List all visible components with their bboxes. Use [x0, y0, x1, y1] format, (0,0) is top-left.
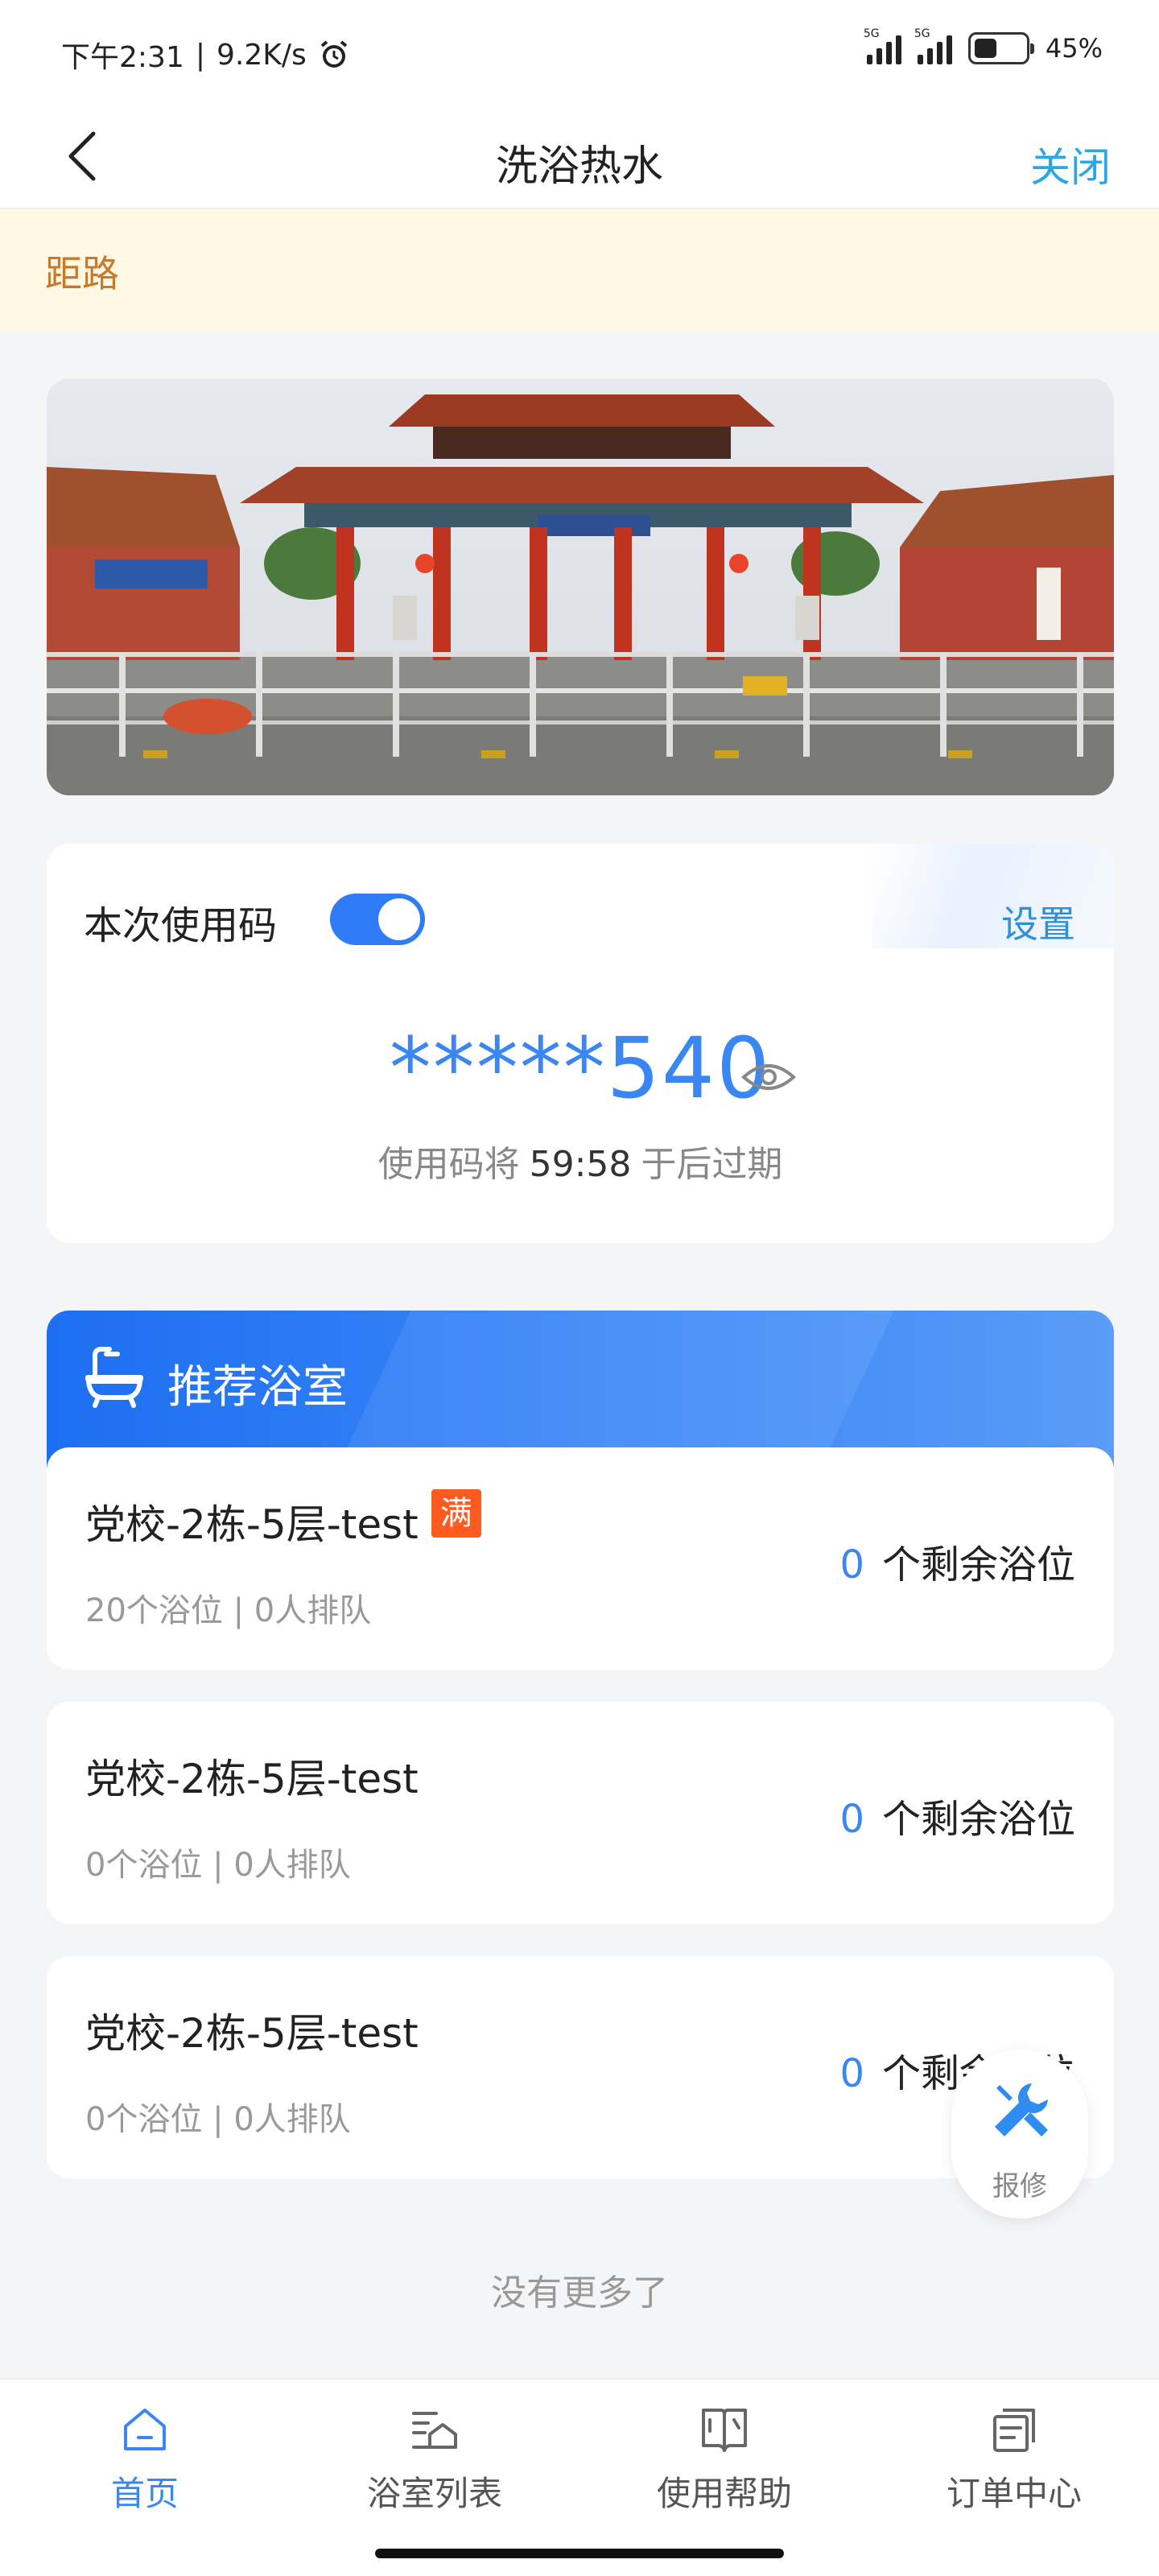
card-decoration: [872, 844, 1114, 948]
wrench-icon: [995, 2083, 1048, 2136]
status-divider: |: [195, 38, 205, 72]
status-time: 下午2:31: [61, 41, 184, 74]
recommended-title: 推荐浴室: [167, 1361, 348, 1414]
tab-home[interactable]: 首页: [40, 2404, 250, 2516]
tab-orders[interactable]: 订单中心: [909, 2404, 1119, 2516]
status-right: 5G 5G 45%: [864, 27, 1103, 64]
expire-prefix: 使用码将: [377, 1144, 520, 1185]
room-card[interactable]: 党校-2栋-5层-test 满 20个浴位 | 0人排队 0 个剩余浴位: [47, 1447, 1114, 1670]
nav-bar: 洗浴热水 关闭: [0, 103, 1159, 209]
room-card[interactable]: 党校-2栋-5层-test 0个浴位 | 0人排队 0 个剩余浴位: [47, 1702, 1114, 1924]
expire-time: 59:58: [529, 1144, 632, 1185]
use-code-toggle[interactable]: [330, 894, 425, 945]
no-more-text: 没有更多了: [491, 2273, 668, 2314]
alarm-icon: [320, 40, 348, 68]
close-button[interactable]: 关闭: [1030, 135, 1111, 193]
banner-image[interactable]: [47, 378, 1114, 795]
bathtub-icon: [85, 1347, 143, 1408]
use-code-card: 本次使用码 设置 *****540 使用码将 59:58 于后过期: [47, 844, 1114, 1243]
home-indicator[interactable]: [375, 2549, 784, 2558]
repair-button[interactable]: 报修: [951, 2050, 1088, 2219]
room-name: 党校-2栋-5层-test: [85, 2010, 419, 2057]
remain-count: 0: [839, 1797, 864, 1842]
signal-icon: 5G: [914, 27, 952, 64]
room-stats: 0个浴位 | 0人排队: [85, 1847, 351, 1884]
page-title: 洗浴热水: [495, 142, 663, 191]
remain-count: 0: [839, 2051, 864, 2096]
campus-gate-photo: [47, 378, 1114, 795]
battery-icon: [967, 32, 1034, 64]
tab-label: 订单中心: [946, 2474, 1082, 2513]
toggle-knob: [378, 898, 420, 940]
room-name: 党校-2栋-5层-test: [85, 1501, 419, 1548]
settings-link[interactable]: 设置: [1001, 895, 1075, 948]
home-icon: [124, 2409, 166, 2450]
tab-room-list[interactable]: 浴室列表: [330, 2404, 539, 2516]
tab-label: 浴室列表: [366, 2474, 502, 2513]
room-remain: 0 个剩余浴位: [839, 1787, 1075, 1843]
room-name-row: 党校-2栋-5层-test 满: [85, 1489, 481, 1550]
room-remain: 0 个剩余浴位: [839, 1533, 1075, 1589]
repair-label: 报修: [992, 2170, 1047, 2202]
eye-icon[interactable]: [740, 1059, 797, 1095]
use-code-label: 本次使用码: [84, 903, 278, 948]
expire-suffix: 于后过期: [641, 1144, 783, 1185]
notice-bar[interactable]: 距路: [0, 209, 1159, 332]
tab-label: 使用帮助: [656, 2474, 792, 2513]
notice-text: 距路: [45, 252, 119, 295]
order-icon: [993, 2409, 1035, 2452]
tab-label: 首页: [110, 2474, 179, 2513]
tab-help[interactable]: 使用帮助: [620, 2404, 829, 2516]
room-name: 党校-2栋-5层-test: [85, 1756, 419, 1802]
status-speed: 9.2K/s: [216, 38, 307, 72]
signal-icon: 5G: [864, 27, 901, 64]
book-icon: [702, 2409, 747, 2452]
full-badge: 满: [431, 1489, 481, 1538]
remain-label: 个剩余浴位: [881, 1797, 1075, 1842]
remain-label: 个剩余浴位: [881, 1542, 1075, 1587]
battery-percent: 45%: [1045, 33, 1103, 64]
room-name-row: 党校-2栋-5层-test: [85, 1747, 419, 1805]
tab-bar: 首页 浴室列表 使用帮助 订单中心: [0, 2378, 1159, 2576]
status-bar: 下午2:31 | 9.2K/s 5G 5G 45%: [0, 0, 1159, 103]
status-left: 下午2:31 | 9.2K/s: [61, 34, 350, 76]
room-stats: 20个浴位 | 0人排队: [85, 1592, 372, 1629]
list-icon: [412, 2412, 457, 2449]
room-stats: 0个浴位 | 0人排队: [85, 2101, 351, 2138]
use-code-value: *****540: [389, 1019, 772, 1117]
expire-text: 使用码将 59:58 于后过期: [47, 1135, 1114, 1187]
room-name-row: 党校-2栋-5层-test: [85, 2001, 419, 2059]
remain-count: 0: [839, 1542, 864, 1587]
